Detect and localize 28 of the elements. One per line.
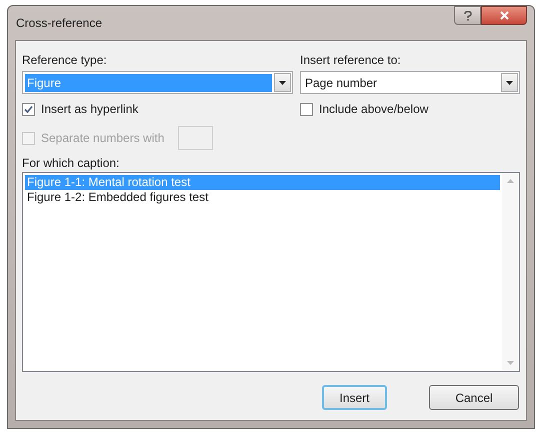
dialog-button[interactable]: Insert <box>322 385 387 410</box>
scrollbar[interactable] <box>502 173 519 371</box>
checkbox[interactable] <box>300 102 313 116</box>
field-label: Insert reference to: <box>300 52 402 69</box>
help-icon <box>464 10 472 20</box>
checkbox[interactable] <box>22 102 35 116</box>
dialog-button[interactable]: Cancel <box>429 385 519 410</box>
dropdown[interactable]: Page number <box>300 71 520 94</box>
caret-down-icon <box>506 80 513 84</box>
dropdown-value: Figure <box>25 74 272 92</box>
checkmark-icon <box>24 104 33 114</box>
dropdown-arrow-button[interactable] <box>501 73 518 92</box>
close-icon <box>500 11 508 20</box>
window-title: Cross-reference <box>15 15 102 32</box>
caret-down-icon <box>279 80 286 84</box>
scroll-up-icon[interactable] <box>507 179 514 183</box>
field-label: For which caption: <box>22 155 120 172</box>
checkbox-label: Include above/below <box>319 101 428 118</box>
checkbox-label: Separate numbers with <box>41 130 164 147</box>
dropdown-arrow-button[interactable] <box>274 73 291 92</box>
checkbox-label: Insert as hyperlink <box>41 101 138 118</box>
dropdown-value: Page number <box>304 74 378 92</box>
close-button[interactable] <box>481 6 527 25</box>
field-label: Reference type: <box>22 52 108 69</box>
separator-input-field[interactable] <box>178 126 214 150</box>
scroll-down-icon[interactable] <box>507 361 514 365</box>
help-button[interactable] <box>454 6 481 25</box>
caption-list-item[interactable]: Figure 1-2: Embedded figures test <box>25 190 500 205</box>
